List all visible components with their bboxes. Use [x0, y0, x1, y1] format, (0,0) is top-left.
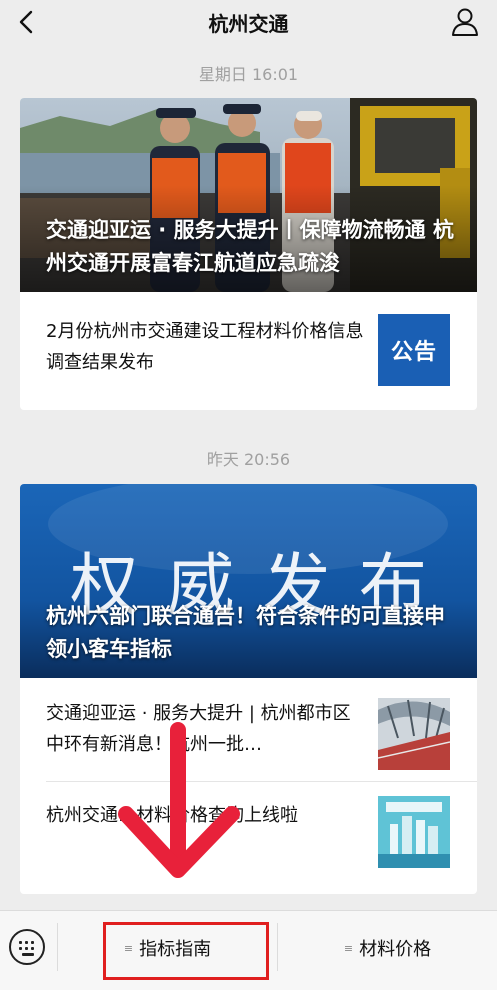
list-item[interactable]: 2月份杭州市交通建设工程材料价格信息调查结果发布 公告 [20, 292, 477, 410]
article-cover[interactable]: 权 威 发 布 杭州六部门联合通告！符合条件的可直接申领小客车指标 [20, 484, 477, 678]
keyboard-icon[interactable] [9, 929, 45, 965]
user-profile-icon[interactable] [447, 4, 483, 40]
list-item-title: 2月份杭州市交通建设工程材料价格信息调查结果发布 [46, 321, 364, 373]
message-timestamp: 昨天 20:56 [206, 450, 291, 469]
article-cover-title: 交通迎亚运 · 服务大提升丨保障物流畅通 杭州交通开展富春江航道应急疏浚 [46, 218, 454, 275]
notice-thumbnail-label: 公告 [390, 340, 437, 365]
article-card: 交通迎亚运 · 服务大提升丨保障物流畅通 杭州交通开展富春江航道应急疏浚 2月份… [20, 98, 477, 410]
message-timestamp: 星期日 16:01 [198, 65, 299, 84]
page-title: 杭州交通 [208, 12, 289, 36]
nav-bar: 杭州交通 [0, 0, 497, 44]
article-cover[interactable]: 交通迎亚运 · 服务大提升丨保障物流畅通 杭州交通开展富春江航道应急疏浚 [20, 98, 477, 292]
article-cover-title: 杭州六部门联合通告！符合条件的可直接申领小客车指标 [46, 604, 445, 661]
annotation-highlight-box [103, 922, 269, 980]
annotation-arrow-icon [118, 722, 240, 878]
city-thumbnail [378, 796, 450, 868]
stadium-thumbnail [378, 698, 450, 770]
menu-lines-icon: ≡ [343, 941, 354, 955]
notice-thumbnail: 公告 [378, 314, 450, 386]
menu-item-material-price[interactable]: ≡ 材料价格 [278, 911, 497, 985]
menu-item-label: 材料价格 [359, 939, 432, 960]
